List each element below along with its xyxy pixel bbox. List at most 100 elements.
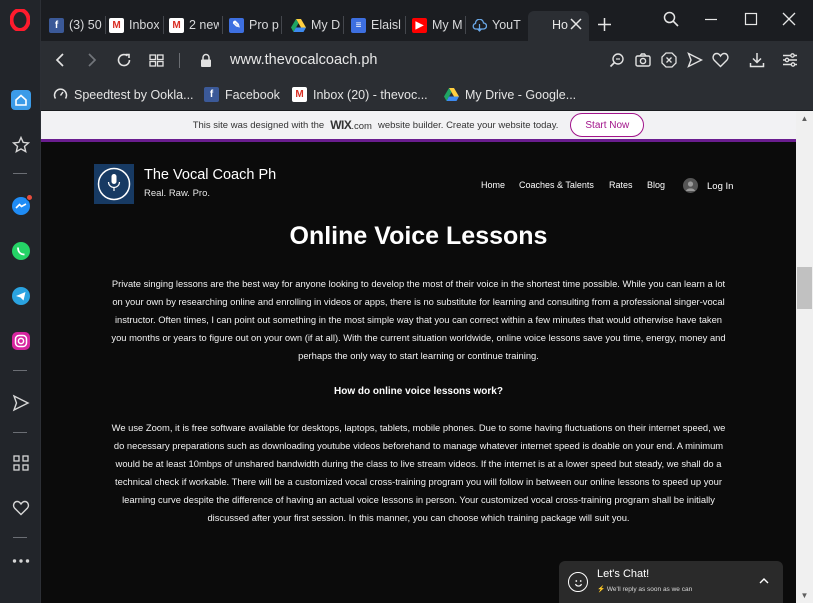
speed-dial-grid-icon[interactable] [147,51,165,69]
find-in-page-icon[interactable] [608,51,626,69]
tab-separator [281,16,282,34]
gmail-icon: M [109,17,124,33]
url-text[interactable]: www.thevocalcoach.ph [230,52,378,68]
tab-docs[interactable]: ≡ Elaisl [351,13,403,37]
new-tab-plus-icon[interactable] [594,14,614,34]
messenger-icon[interactable] [9,194,33,218]
opera-logo-icon[interactable] [9,8,31,32]
bookmark-google-drive[interactable]: My Drive - Google... [444,85,576,104]
section-heading: How do online voice lessons work? [334,386,503,397]
site-tagline: Real. Raw. Pro. [144,188,210,199]
bookmark-label: Speedtest by Ookla... [74,87,194,102]
gmail-icon: M [169,17,184,33]
download-cloud-icon [472,18,487,33]
easy-setup-sliders-icon[interactable] [781,51,799,69]
speedtest-icon [53,87,68,102]
chevron-up-icon[interactable] [757,574,771,588]
chat-smiley-icon [568,572,588,592]
page-scrollbar[interactable]: ▲ ▼ [796,111,813,603]
tab-label: My D [311,18,341,32]
start-now-button[interactable]: Start Now [570,113,645,137]
send-to-flow-icon[interactable] [686,51,704,69]
tab-separator [465,16,466,34]
youtube-icon: ▶ [412,17,427,33]
tab-separator [163,16,164,34]
tab-close-icon[interactable] [566,14,586,34]
tab-label: Elaisl [371,18,401,32]
chat-widget[interactable]: Let's Chat! ⚡ We'll reply as soon as we … [559,561,783,603]
menu-item-blog[interactable]: Blog [647,180,665,190]
bookmark-facebook[interactable]: f Facebook [204,85,280,104]
menu-item-home[interactable]: Home [481,180,505,190]
sidebar-divider [13,370,27,371]
more-dots-icon[interactable] [9,549,33,573]
tab-my-drive[interactable]: My D [291,13,341,37]
instagram-icon[interactable] [9,329,33,353]
wix-banner-text-after: website builder. Create your website tod… [377,119,559,131]
tab-label: My M [432,18,462,32]
tab-gmail-inbox[interactable]: M Inbox [109,13,159,37]
address-bar: www.thevocalcoach.ph [41,41,813,79]
workspaces-grid-icon[interactable] [9,451,33,475]
gmail-icon: M [292,87,307,102]
menu-item-rates[interactable]: Rates [609,180,633,190]
menu-item-coaches-talents[interactable]: Coaches & Talents [519,180,594,190]
scroll-down-arrow-icon[interactable]: ▼ [800,591,809,600]
wix-brand: WIX.com [330,118,372,132]
ad-blocker-icon[interactable] [660,51,678,69]
tab-separator [343,16,344,34]
chat-subtitle: ⚡ We'll reply as soon as we can [597,586,693,593]
sidebar-divider [13,537,27,538]
bookmark-label: Inbox (20) - thevoc... [313,87,428,102]
add-to-favorites-heart-icon[interactable] [711,51,729,69]
telegram-icon[interactable] [9,284,33,308]
bookmark-speedtest[interactable]: Speedtest by Ookla... [53,85,194,104]
lock-icon[interactable] [197,51,215,69]
tab-label: 2 new [189,18,219,32]
back-arrow-icon[interactable] [51,51,69,69]
scroll-up-arrow-icon[interactable]: ▲ [800,114,809,123]
maximize-icon[interactable] [740,8,762,30]
notification-dot [26,194,33,201]
lightning-icon: ⚡ [597,586,607,593]
bookmarks-bar: Speedtest by Ookla... f Facebook M Inbox… [41,79,813,111]
body-paragraph: We use Zoom, it is free software availab… [111,422,726,523]
facebook-icon: f [49,17,64,33]
site-logo[interactable] [94,164,134,204]
bookmarks-star-icon[interactable] [9,133,33,157]
google-drive-icon [444,87,459,102]
login-link[interactable]: Log In [707,181,733,192]
google-drive-icon [291,18,306,33]
user-avatar-icon[interactable] [683,178,698,193]
intro-paragraph: Private singing lessons are the best way… [111,278,726,361]
tab-youtube[interactable]: YouT [472,13,522,37]
opera-sidebar [0,0,41,603]
bookmark-gmail-inbox[interactable]: M Inbox (20) - thevoc... [292,85,428,104]
bookmark-label: My Drive - Google... [465,87,577,102]
tab-facebook[interactable]: f (3) 50 [49,13,103,37]
tab-label: YouT [492,18,521,32]
whatsapp-icon[interactable] [9,239,33,263]
wix-banner: This site was designed with the WIX.com … [41,111,796,142]
scroll-thumb[interactable] [797,267,812,309]
tab-pro[interactable]: ✎ Pro p [229,13,279,37]
snapshot-camera-icon[interactable] [634,51,652,69]
home-icon[interactable] [9,88,33,112]
tab-separator [222,16,223,34]
send-icon[interactable] [9,391,33,415]
minimize-icon[interactable] [700,8,722,30]
site-name[interactable]: The Vocal Coach Ph [144,167,276,183]
favorites-heart-icon[interactable] [9,496,33,520]
close-window-icon[interactable] [778,8,800,30]
tab-search-icon[interactable] [660,8,682,30]
downloads-icon[interactable] [748,51,766,69]
tab-youtube-my[interactable]: ▶ My M [412,13,462,37]
docs-icon: ≡ [351,17,366,33]
bookmark-label: Facebook [225,87,280,102]
tab-gmail-new[interactable]: M 2 new [169,13,219,37]
reload-icon[interactable] [115,51,133,69]
wix-banner-text: This site was designed with the [192,119,325,131]
forward-arrow-icon[interactable] [83,51,101,69]
sidebar-divider [13,173,27,174]
tab-bar: f (3) 50 M Inbox M 2 new ✎ Pro p My D ≡ … [41,0,813,41]
